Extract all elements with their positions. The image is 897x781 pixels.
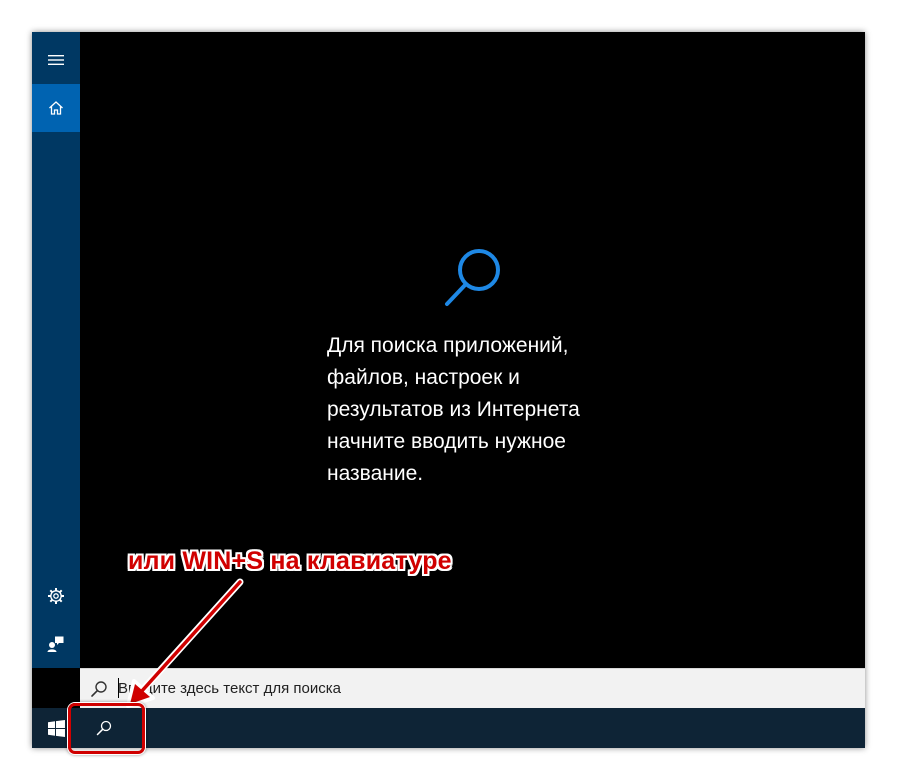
search-window: Для поиска приложений, файлов, настроек … (32, 32, 865, 748)
home-icon (49, 101, 63, 115)
highlight-frame (68, 703, 145, 754)
gear-icon (48, 588, 64, 604)
settings-button[interactable] (32, 572, 80, 620)
search-icon (445, 249, 500, 306)
hint-line: Для поиска приложений, (327, 334, 569, 357)
hint-line: результатов из Интернета (327, 398, 580, 421)
hamburger-menu-icon (48, 55, 64, 65)
hint-line: название. (327, 462, 424, 485)
menu-button[interactable] (32, 36, 80, 84)
hint-line: файлов, настроек и (327, 366, 520, 389)
search-input[interactable] (118, 675, 818, 701)
hint-line: начните вводить нужное (327, 430, 566, 453)
sidebar (32, 32, 80, 668)
home-button[interactable] (32, 84, 80, 132)
text-cursor (118, 678, 119, 698)
windows-logo-icon (47, 719, 65, 737)
search-hint: Для поиска приложений, файлов, настроек … (327, 330, 647, 490)
feedback-button[interactable] (32, 620, 80, 668)
annotation-label: или WIN+S на клавиатуре (128, 547, 452, 575)
feedback-icon (47, 636, 64, 652)
taskbar (32, 708, 865, 748)
search-box[interactable] (80, 668, 865, 708)
search-icon (91, 681, 107, 697)
